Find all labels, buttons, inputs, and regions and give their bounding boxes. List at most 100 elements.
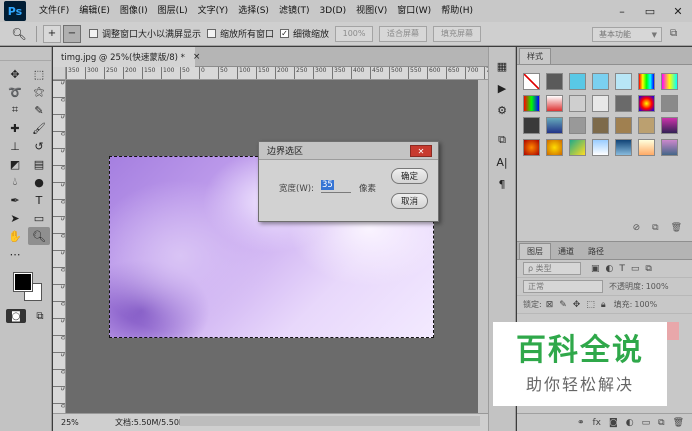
marquee-tool-icon[interactable]: ⬚	[28, 65, 50, 83]
kind-filter-select[interactable]: ρ 类型	[523, 262, 581, 275]
blur-tool-icon[interactable]: 💧︎	[4, 173, 26, 191]
lasso-tool-icon[interactable]: ➰	[4, 83, 26, 101]
zoom-out-icon[interactable]: −	[63, 24, 81, 43]
close-button[interactable]: ✕	[410, 145, 432, 157]
more-tools-icon[interactable]: ⋯	[4, 245, 26, 263]
tool-presets-icon[interactable]: ⚙	[489, 99, 515, 121]
vertical-ruler[interactable]: 50505050505050505050	[53, 80, 66, 413]
tab-layers[interactable]: 图层	[519, 243, 551, 259]
lock-transparent-icon[interactable]: ⊠	[546, 300, 554, 310]
horizontal-ruler[interactable]: 350 300 250 200 150 100 50 0 50 100 150 200 250 300 35…	[66, 67, 488, 80]
percent-button[interactable]: 100%	[335, 25, 374, 42]
scrubby-zoom-checkbox[interactable]: ✓ 细微缩放	[280, 27, 329, 40]
screen-mode-icon[interactable]: ⧉	[30, 309, 50, 323]
hand-tool-icon[interactable]: ✋	[4, 227, 26, 245]
style-swatch[interactable]	[615, 117, 632, 134]
lock-paint-icon[interactable]: ✎	[559, 300, 567, 310]
style-swatch[interactable]	[592, 95, 609, 112]
healing-brush-tool-icon[interactable]: ✚	[4, 119, 26, 137]
style-swatch[interactable]	[546, 95, 563, 112]
adjustment-filter-icon[interactable]: ◐	[606, 264, 614, 274]
zoom-tool-preset-icon[interactable]: 🔍︎	[8, 25, 30, 43]
style-swatch[interactable]	[615, 95, 632, 112]
style-swatch[interactable]	[523, 95, 540, 112]
character-icon[interactable]: A|	[489, 151, 515, 173]
foreground-color[interactable]	[13, 272, 33, 292]
quick-mask-icon[interactable]: ◙	[6, 309, 26, 323]
clone-source-icon[interactable]: ⧉	[489, 129, 515, 151]
layer-style-icon[interactable]: fx	[593, 418, 602, 428]
new-layer-icon[interactable]: ⧉	[658, 418, 664, 428]
eyedropper-tool-icon[interactable]: ✎	[28, 101, 50, 119]
close-icon[interactable]: ✕	[664, 0, 692, 22]
shape-filter-icon[interactable]: ▭	[631, 264, 640, 274]
style-swatch[interactable]	[546, 139, 563, 156]
style-swatch[interactable]	[638, 117, 655, 134]
style-swatch[interactable]	[546, 73, 563, 90]
dialog-titlebar[interactable]: 边界选区 ✕	[259, 142, 438, 160]
menu-layer[interactable]: 图层(L)	[153, 0, 193, 22]
style-swatch[interactable]	[638, 95, 655, 112]
style-swatch[interactable]	[638, 139, 655, 156]
style-swatch[interactable]	[569, 73, 586, 90]
fill-value[interactable]: 100%	[634, 300, 657, 309]
lock-artboard-icon[interactable]: ⬚	[586, 300, 595, 310]
style-swatch[interactable]	[661, 117, 678, 134]
style-swatch[interactable]	[569, 95, 586, 112]
gradient-tool-icon[interactable]: ▤	[28, 155, 50, 173]
ok-button[interactable]: 确定	[391, 168, 428, 184]
lock-position-icon[interactable]: ✥	[573, 300, 581, 310]
tab-channels[interactable]: 通道	[551, 243, 581, 259]
vertical-scrollbar[interactable]	[478, 80, 488, 413]
tab-styles[interactable]: 样式	[519, 48, 551, 64]
panel-grip[interactable]	[0, 47, 51, 61]
menu-edit[interactable]: 编辑(E)	[74, 0, 115, 22]
eraser-tool-icon[interactable]: ◩	[4, 155, 26, 173]
zoom-level[interactable]: 25%	[53, 418, 93, 427]
move-tool-icon[interactable]: ✥	[4, 65, 26, 83]
style-swatch[interactable]	[546, 117, 563, 134]
paragraph-icon[interactable]: ¶	[489, 173, 515, 195]
delete-layer-icon[interactable]: 🗑︎	[673, 418, 684, 428]
menu-file[interactable]: 文件(F)	[34, 0, 74, 22]
style-swatch[interactable]	[592, 139, 609, 156]
document-tab[interactable]: timg.jpg @ 25%(快速蒙版/8) * ×	[53, 47, 200, 67]
workspace-select[interactable]: 基本功能 ▼	[592, 27, 662, 42]
image-filter-icon[interactable]: ▣	[591, 264, 600, 274]
opacity-value[interactable]: 100%	[646, 282, 669, 291]
style-swatch[interactable]	[523, 139, 540, 156]
smart-object-filter-icon[interactable]: ⧉	[645, 264, 651, 274]
type-tool-icon[interactable]: T	[28, 191, 50, 209]
path-selection-tool-icon[interactable]: ➤	[4, 209, 26, 227]
crop-tool-icon[interactable]: ⌗	[4, 101, 26, 119]
adjustment-layer-icon[interactable]: ◐	[626, 418, 634, 428]
style-swatch[interactable]	[661, 95, 678, 112]
type-filter-icon[interactable]: T	[619, 264, 625, 274]
new-style-icon[interactable]: ⧉	[652, 223, 658, 239]
style-swatch[interactable]	[638, 73, 655, 90]
history-brush-tool-icon[interactable]: ↺	[28, 137, 50, 155]
shape-tool-icon[interactable]: ▭	[28, 209, 50, 227]
style-swatch[interactable]	[592, 73, 609, 90]
brush-tool-icon[interactable]: 🖌︎	[28, 119, 50, 137]
delete-icon[interactable]: 🗑︎	[671, 223, 682, 239]
pen-tool-icon[interactable]: ✒	[4, 191, 26, 209]
dodge-tool-icon[interactable]: ●	[28, 173, 50, 191]
add-mask-icon[interactable]: ◙	[609, 418, 618, 428]
zoom-all-checkbox[interactable]: 缩放所有窗口	[207, 27, 274, 40]
fit-screen-button[interactable]: 适合屏幕	[379, 25, 428, 42]
style-swatch[interactable]	[615, 73, 632, 90]
magic-wand-tool-icon[interactable]: ⚝	[28, 83, 50, 101]
menu-type[interactable]: 文字(Y)	[193, 0, 234, 22]
style-swatch[interactable]	[523, 117, 540, 134]
menu-filter[interactable]: 滤镜(T)	[274, 0, 315, 22]
resize-windows-checkbox[interactable]: 调整窗口大小以满屏显示	[89, 27, 201, 40]
fill-screen-button[interactable]: 填充屏幕	[433, 25, 482, 42]
link-layers-icon[interactable]: ⚭	[577, 418, 585, 428]
actions-play-icon[interactable]: ▶	[489, 77, 515, 99]
menu-window[interactable]: 窗口(W)	[392, 0, 436, 22]
zoom-tool-icon[interactable]: 🔍︎	[28, 227, 50, 245]
style-swatch[interactable]	[661, 73, 678, 90]
menu-help[interactable]: 帮助(H)	[436, 0, 478, 22]
cancel-button[interactable]: 取消	[391, 193, 428, 209]
